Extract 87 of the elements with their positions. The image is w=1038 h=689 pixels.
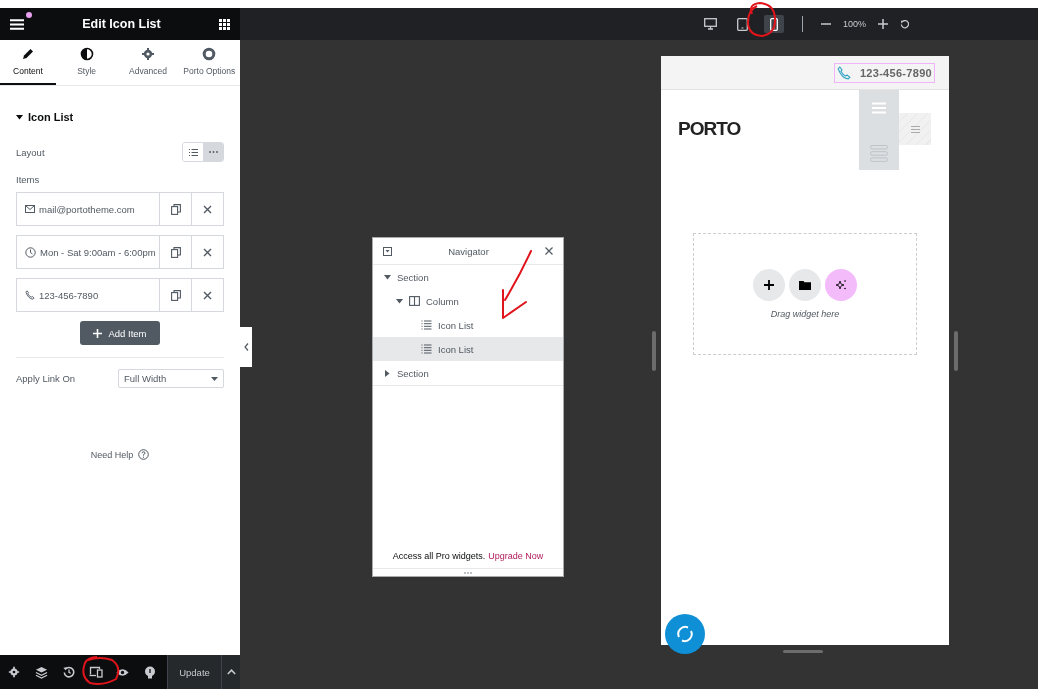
update-button[interactable]: Update — [167, 655, 221, 689]
lines-icon — [910, 125, 920, 133]
columns-icon — [409, 296, 420, 306]
dots-icon — [464, 571, 472, 574]
more-options-button[interactable] — [221, 655, 240, 689]
resize-handle[interactable] — [652, 330, 656, 371]
list-icon — [188, 148, 198, 156]
copy-icon — [170, 203, 181, 215]
desktop-icon — [703, 18, 717, 30]
navigator-item[interactable]: Section — [373, 361, 563, 386]
add-item-button[interactable]: Add Item — [80, 321, 160, 345]
pencil-icon — [21, 47, 35, 61]
tab[interactable]: Porto Options — [178, 40, 240, 85]
zoom-level: 100% — [843, 19, 867, 29]
caret-icon — [16, 114, 23, 120]
ai-button[interactable] — [825, 269, 857, 301]
promo-text: Access all Pro widgets. — [392, 551, 486, 561]
item-title[interactable]: Mon - Sat 9:00am - 6:00pm — [17, 236, 159, 268]
menu-icon — [10, 18, 24, 30]
tablet-icon — [736, 17, 748, 31]
phone-icon — [836, 65, 851, 80]
collapse-icon[interactable] — [383, 246, 392, 256]
items-label: Items — [16, 174, 41, 185]
section-toggle[interactable]: Icon List — [16, 111, 74, 123]
refresh-icon — [675, 624, 695, 644]
mobile-icon — [770, 17, 778, 31]
chevron-left-icon — [243, 343, 249, 351]
annotation-arrow — [502, 250, 532, 319]
eye-icon — [116, 667, 129, 677]
gear-icon — [8, 666, 20, 678]
devices-icon — [88, 666, 103, 678]
navigator-item[interactable]: Column — [373, 289, 563, 313]
help-icon[interactable] — [138, 449, 150, 460]
folder-icon — [799, 280, 811, 290]
close-icon — [203, 247, 212, 257]
clock-icon — [25, 246, 36, 258]
list-icon — [421, 344, 432, 354]
phone-icon — [25, 290, 35, 300]
collapse-panel-button[interactable] — [240, 327, 252, 367]
list-icon — [421, 320, 432, 330]
reset-icon[interactable] — [900, 19, 910, 29]
navigator-item[interactable]: Icon List — [373, 313, 563, 337]
item-title[interactable]: 123-456-7890 — [17, 279, 159, 311]
history-icon — [62, 666, 75, 678]
zoom-in-icon[interactable] — [878, 19, 889, 29]
close-icon — [203, 290, 212, 300]
copy-icon — [170, 289, 181, 301]
need-help-link[interactable]: Need Help — [90, 449, 134, 460]
copy-icon — [170, 246, 181, 258]
item-title[interactable]: mail@portotheme.com — [17, 193, 159, 225]
template-library-button[interactable] — [789, 269, 821, 301]
stacked-bars-icon — [870, 145, 888, 162]
ring-icon — [202, 47, 217, 61]
chevron-up-icon — [226, 669, 236, 675]
navigator-item[interactable]: Section — [373, 265, 563, 289]
contrast-icon — [79, 47, 94, 61]
tab[interactable]: Content — [0, 40, 56, 85]
panel-title: Edit Icon List — [81, 17, 162, 31]
tab[interactable]: Advanced — [117, 40, 179, 85]
navigator-title: Navigator — [447, 245, 490, 257]
resize-handle[interactable] — [783, 650, 823, 653]
phone-widget[interactable]: 123-456-7890 — [833, 62, 935, 83]
plus-icon — [764, 280, 774, 290]
plus-icon — [93, 328, 103, 338]
loader-button[interactable] — [665, 614, 705, 654]
apply-link-select[interactable]: Full Width — [118, 369, 224, 388]
upgrade-link[interactable]: Upgrade Now — [488, 551, 544, 561]
widgets-grid-icon[interactable] — [219, 18, 230, 30]
sparkle-icon — [835, 279, 847, 291]
envelope-icon — [25, 205, 35, 213]
settings-icon — [141, 47, 155, 61]
apply-link-label: Apply Link On — [16, 373, 76, 384]
logo: PORTO — [678, 118, 742, 140]
layout-label: Layout — [16, 146, 45, 158]
resize-handle[interactable] — [954, 330, 958, 371]
add-section-button[interactable] — [753, 269, 785, 301]
bulb-icon — [143, 665, 156, 679]
caret-down-icon[interactable] — [383, 274, 391, 280]
tab[interactable]: Style — [56, 40, 118, 85]
navigator-item[interactable]: Icon List — [373, 337, 563, 361]
drop-hint: Drag widget here — [770, 309, 840, 319]
caret-right-icon[interactable] — [384, 369, 390, 377]
close-icon — [203, 204, 212, 214]
caret-down-icon[interactable] — [395, 298, 403, 304]
close-icon[interactable] — [545, 247, 553, 255]
caret-down-icon — [211, 376, 218, 381]
layers-icon — [35, 665, 48, 679]
